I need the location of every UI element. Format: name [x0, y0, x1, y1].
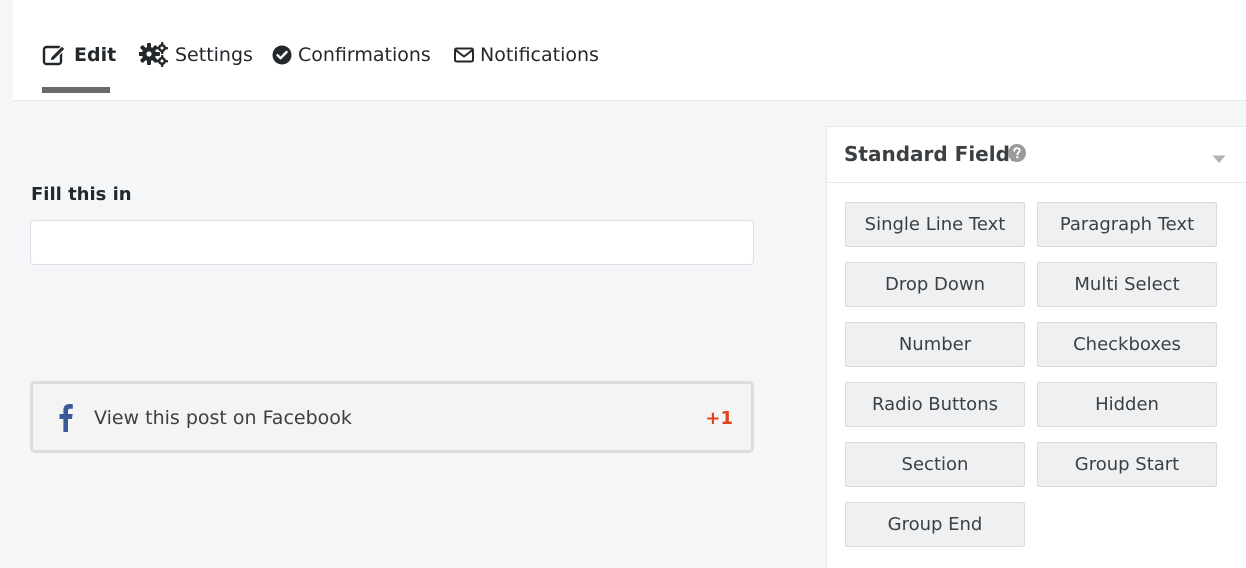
- group-end-button[interactable]: Group End: [845, 502, 1025, 547]
- tab-edit-label: Edit: [74, 44, 117, 66]
- multi-select-button[interactable]: Multi Select: [1037, 262, 1217, 307]
- drop-down-button[interactable]: Drop Down: [845, 262, 1025, 307]
- radio-buttons-button[interactable]: Radio Buttons: [845, 382, 1025, 427]
- panel-title: Standard Fields: [844, 142, 1022, 166]
- tab-settings-label: Settings: [175, 44, 253, 66]
- fill-this-in-input[interactable]: [30, 220, 754, 265]
- standard-fields-panel: Standard Fields Single Line Text Paragra…: [826, 126, 1246, 568]
- paragraph-text-button[interactable]: Paragraph Text: [1037, 202, 1217, 247]
- section-button[interactable]: Section: [845, 442, 1025, 487]
- chevron-down-icon[interactable]: [1212, 149, 1226, 168]
- single-line-text-button[interactable]: Single Line Text: [845, 202, 1025, 247]
- top-nav-bar: Edit Settings Confirmations Notification…: [13, 0, 1246, 101]
- tab-confirmations-label: Confirmations: [298, 44, 431, 66]
- panel-header[interactable]: Standard Fields: [827, 127, 1246, 183]
- edit-icon: [42, 43, 68, 67]
- help-icon[interactable]: [1008, 144, 1026, 166]
- group-start-button[interactable]: Group Start: [1037, 442, 1217, 487]
- active-tab-indicator: [42, 87, 110, 93]
- facebook-link-text[interactable]: View this post on Facebook: [94, 407, 352, 429]
- tab-notifications[interactable]: Notifications: [454, 40, 599, 70]
- tab-notifications-label: Notifications: [480, 44, 599, 66]
- field-label: Fill this in: [31, 184, 132, 205]
- facebook-count: +1: [705, 408, 733, 429]
- facebook-embed[interactable]: View this post on Facebook +1: [30, 381, 754, 453]
- tab-settings[interactable]: Settings: [139, 40, 253, 70]
- facebook-icon: [55, 402, 75, 436]
- tab-confirmations[interactable]: Confirmations: [272, 40, 431, 70]
- tab-edit[interactable]: Edit: [42, 40, 116, 70]
- envelope-icon: [454, 47, 474, 63]
- gears-icon: [139, 42, 169, 68]
- check-circle-icon: [272, 45, 292, 65]
- number-button[interactable]: Number: [845, 322, 1025, 367]
- checkboxes-button[interactable]: Checkboxes: [1037, 322, 1217, 367]
- hidden-button[interactable]: Hidden: [1037, 382, 1217, 427]
